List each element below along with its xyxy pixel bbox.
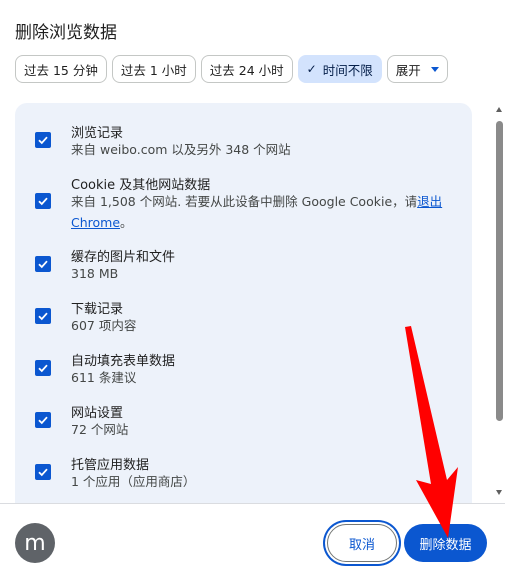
chip-all-time[interactable]: ✓ 时间不限 [297,55,382,83]
item-desc: 72 个网站 [71,422,129,437]
checkbox-history[interactable] [35,132,51,148]
chevron-down-icon [430,66,439,72]
chip-15-min[interactable]: 过去 15 分钟 [15,55,107,83]
avatar[interactable]: m [15,523,55,563]
checkbox-hosted-apps[interactable] [35,464,51,480]
item-desc: 来自 1,508 个网站. 若要从此设备中删除 Google Cookie，请退… [71,191,451,233]
checkbox-site-settings[interactable] [35,412,51,428]
chip-label: 过去 15 分钟 [24,62,98,78]
item-desc: 611 条建议 [71,370,137,385]
check-icon: ✓ [306,62,317,76]
check-icon [38,312,48,321]
chip-24-hours[interactable]: 过去 24 小时 [200,55,293,83]
chip-label: 时间不限 [322,62,373,78]
data-types-list: 浏览记录 来自 weibo.com 以及另外 348 个网站 Cookie 及其… [15,103,472,503]
chip-1-hour[interactable]: 过去 1 小时 [111,55,196,83]
checkbox-cache[interactable] [35,256,51,272]
footer-divider [0,503,505,504]
check-icon [38,260,48,269]
time-range-chips: 过去 15 分钟 过去 1 小时 过去 24 小时 ✓ 时间不限 展开 [15,55,448,83]
delete-data-button[interactable]: 删除数据 [404,524,487,562]
scrollbar-thumb[interactable] [496,121,503,421]
check-icon [38,197,48,206]
chip-label: 过去 1 小时 [120,62,187,78]
expand-label: 展开 [395,62,421,78]
check-icon [38,136,48,145]
item-desc: 1 个应用（应用商店） [71,474,196,489]
item-desc: 来自 weibo.com 以及另外 348 个网站 [71,142,291,157]
expand-dropdown[interactable]: 展开 [386,55,448,83]
desc-suffix: 。 [120,215,133,230]
item-desc: 318 MB [71,266,119,281]
dialog-title: 删除浏览数据 [15,23,117,43]
chip-label: 过去 24 小时 [209,62,284,78]
desc-text: 来自 1,508 个网站. 若要从此设备中删除 Google Cookie，请 [71,194,418,209]
scroll-up-icon[interactable] [496,107,502,112]
check-icon [38,416,48,425]
scrollbar[interactable] [494,103,505,503]
checkbox-downloads[interactable] [35,308,51,324]
checkbox-autofill[interactable] [35,360,51,376]
item-desc: 607 项内容 [71,318,137,333]
checkbox-cookies[interactable] [35,193,51,209]
scroll-down-icon[interactable] [496,490,502,495]
check-icon [38,364,48,373]
cancel-button[interactable]: 取消 [327,524,397,562]
check-icon [38,468,48,477]
